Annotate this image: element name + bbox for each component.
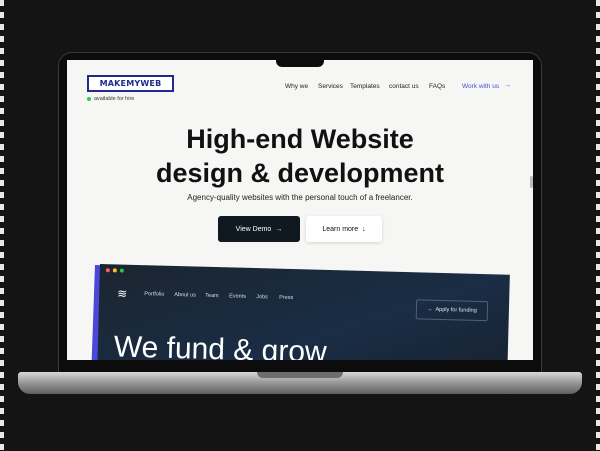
nav-item-faqs[interactable]: FAQs bbox=[429, 83, 445, 90]
apply-for-funding-button[interactable]: → Apply for funding bbox=[415, 299, 489, 322]
scrollbar-thumb[interactable] bbox=[530, 176, 533, 188]
hero-title-line1: High-end Website bbox=[186, 124, 414, 154]
nav-item-services[interactable]: Services bbox=[318, 83, 343, 90]
arrow-right-icon: → bbox=[426, 306, 433, 313]
window-maximize-dot bbox=[119, 268, 124, 273]
availability-status: available for hire bbox=[87, 96, 134, 102]
hero-subtitle: Agency-quality websites with the persona… bbox=[187, 193, 413, 202]
preview-nav-portfolio[interactable]: Portfolio bbox=[144, 291, 164, 298]
camera-notch bbox=[276, 55, 324, 67]
preview-headline: We fund & grow bbox=[113, 330, 328, 360]
arrow-right-icon: → bbox=[275, 225, 283, 233]
status-dot-icon bbox=[87, 97, 91, 101]
preview-nav-events[interactable]: Events bbox=[229, 293, 246, 299]
hero-title-line2: design & development bbox=[155, 158, 445, 188]
preview-nav-jobs[interactable]: Jobs bbox=[256, 294, 268, 300]
window-minimize-dot bbox=[112, 268, 117, 273]
laptop-base-notch bbox=[257, 372, 343, 378]
dashed-border-left bbox=[0, 0, 4, 451]
laptop-screen: MAKEMYWEB available for hire Why we Serv… bbox=[67, 60, 533, 360]
status-label: available for hire bbox=[94, 96, 135, 102]
dashed-border-right bbox=[596, 0, 600, 451]
preview-nav-about[interactable]: About us bbox=[174, 292, 196, 299]
preview-nav-team[interactable]: Team bbox=[205, 293, 219, 299]
preview-nav-press[interactable]: Press bbox=[279, 295, 293, 301]
arrow-down-icon: ↓ bbox=[362, 225, 366, 233]
nav-item-templates[interactable]: Templates bbox=[350, 83, 380, 90]
view-demo-button[interactable]: View Demo → bbox=[218, 216, 300, 242]
apply-label: Apply for funding bbox=[435, 306, 477, 314]
nav-item-why-we[interactable]: Why we bbox=[285, 83, 308, 90]
nav-item-contact[interactable]: contact us bbox=[389, 83, 419, 90]
preview-logo-icon: ≋ bbox=[117, 286, 128, 301]
work-with-us-link[interactable]: Work with us bbox=[462, 83, 499, 90]
window-close-dot bbox=[105, 268, 110, 273]
learn-more-button[interactable]: Learn more ↓ bbox=[306, 216, 382, 242]
view-demo-label: View Demo bbox=[235, 225, 272, 233]
arrow-right-icon[interactable]: → bbox=[504, 82, 511, 89]
learn-more-label: Learn more bbox=[322, 225, 359, 233]
brand-logo[interactable]: MAKEMYWEB bbox=[87, 75, 174, 92]
website-preview: ≋ Portfolio About us Team Events Jobs Pr… bbox=[96, 264, 510, 360]
